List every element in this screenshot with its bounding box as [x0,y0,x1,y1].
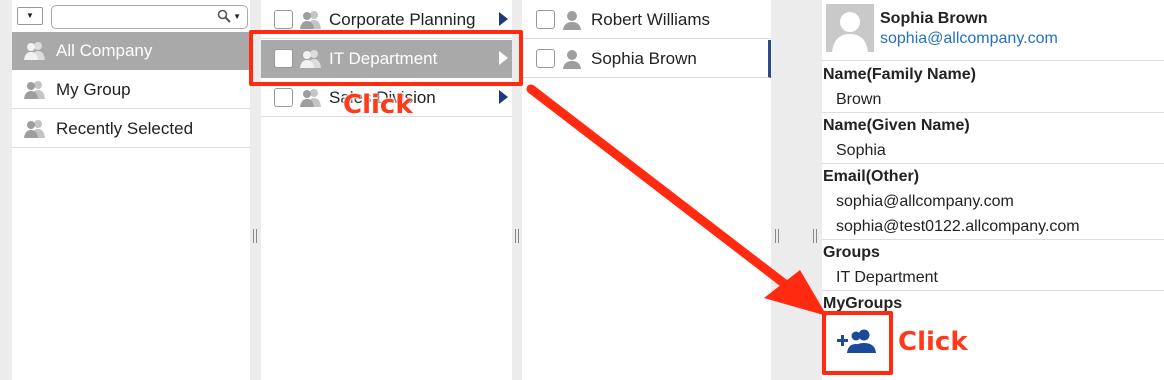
highlight-add-mygroup [822,311,893,375]
arrow-annotation [526,84,827,316]
click-annotation: Click [898,327,968,357]
